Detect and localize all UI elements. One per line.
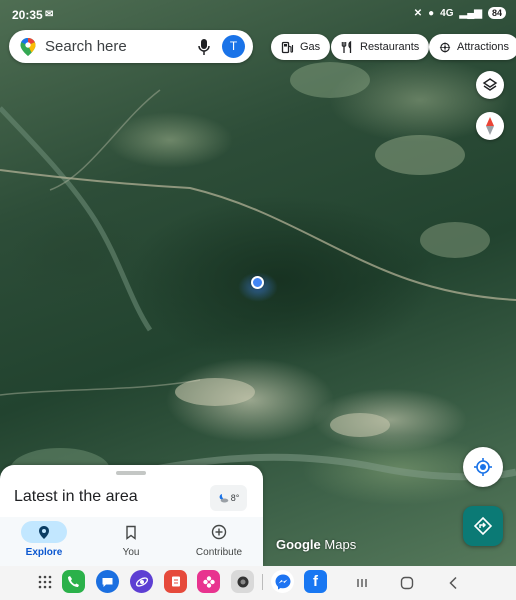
search-input[interactable]: Search here [45,38,127,55]
chip-attractions[interactable]: Attractions [429,34,516,60]
maps-wordmark: Maps [324,537,357,552]
nav-icon-container [21,521,67,543]
google-wordmark: Google [276,537,321,552]
layers-icon [482,78,498,91]
camera-icon[interactable] [231,570,254,593]
current-location-dot[interactable] [251,276,264,289]
gas-station-icon [281,41,294,53]
directions-button[interactable] [463,506,503,546]
fork-knife-icon [341,40,352,53]
network-label: 4G [440,7,454,19]
nav-label: Explore [25,547,63,558]
nav-contribute[interactable]: Contribute [175,517,263,566]
explore-pin-icon [39,525,49,539]
nav-label: You [122,547,140,558]
add-circle-icon [211,524,227,540]
signal-icon: ▂▄▆ [459,7,482,19]
messenger-icon[interactable] [271,570,294,593]
compass-icon [486,117,494,135]
dock-divider [262,574,263,590]
weather-temp: 8° [230,493,240,503]
nav-icon-container [196,521,242,543]
search-bar[interactable]: Search here T [9,30,253,63]
status-bar: 20:35 ✉ ✕ ● 4G ▂▄▆ 84 [0,0,516,30]
recents-icon[interactable] [353,574,371,592]
my-location-icon [474,458,492,476]
status-icons: ✕ ● 4G ▂▄▆ 84 [414,7,506,19]
compass-button[interactable] [476,112,504,140]
mute-icon: ✕ [413,7,423,19]
gallery-icon[interactable] [197,570,220,593]
battery-indicator: 84 [487,7,506,19]
back-icon[interactable] [444,574,462,592]
phone-icon[interactable] [62,570,85,593]
directions-icon [473,516,493,536]
facebook-icon[interactable]: f [304,570,327,593]
chip-restaurants[interactable]: Restaurants [331,34,430,60]
google-maps-wordmark: Google Maps [276,537,356,552]
avatar[interactable]: T [222,35,245,58]
app-drawer-icon[interactable] [33,570,56,593]
nav-icon-container [108,521,154,543]
location-status-icon: ● [428,7,435,19]
chip-label: Restaurants [360,41,420,53]
browser-icon[interactable] [130,570,153,593]
status-time: 20:35 [12,8,43,22]
notes-icon[interactable] [164,570,187,593]
weather-badge[interactable]: 8° [210,485,247,511]
nav-explore[interactable]: Explore [0,517,88,566]
bookmark-icon [126,525,136,540]
mic-icon[interactable] [197,38,211,56]
attractions-icon [439,41,451,53]
nav-you[interactable]: You [87,517,175,566]
moon-cloud-icon [219,494,228,503]
chip-label: Gas [300,41,321,53]
google-maps-logo-icon [20,38,36,56]
home-icon[interactable] [398,574,416,592]
drag-handle[interactable] [116,471,146,475]
chip-label: Attractions [457,41,509,53]
layers-button[interactable] [476,71,504,99]
bottom-nav: Explore You Contribute [0,517,263,566]
sheet-title: Latest in the area [14,488,138,505]
bottom-sheet[interactable]: Latest in the area 8° Explore You Contri… [0,465,263,566]
system-taskbar: f [0,566,516,600]
messages-icon[interactable] [96,570,119,593]
my-location-button[interactable] [463,447,503,487]
chip-gas[interactable]: Gas [271,34,331,60]
notification-icon: ✉ [45,9,54,20]
nav-label: Contribute [195,547,243,558]
